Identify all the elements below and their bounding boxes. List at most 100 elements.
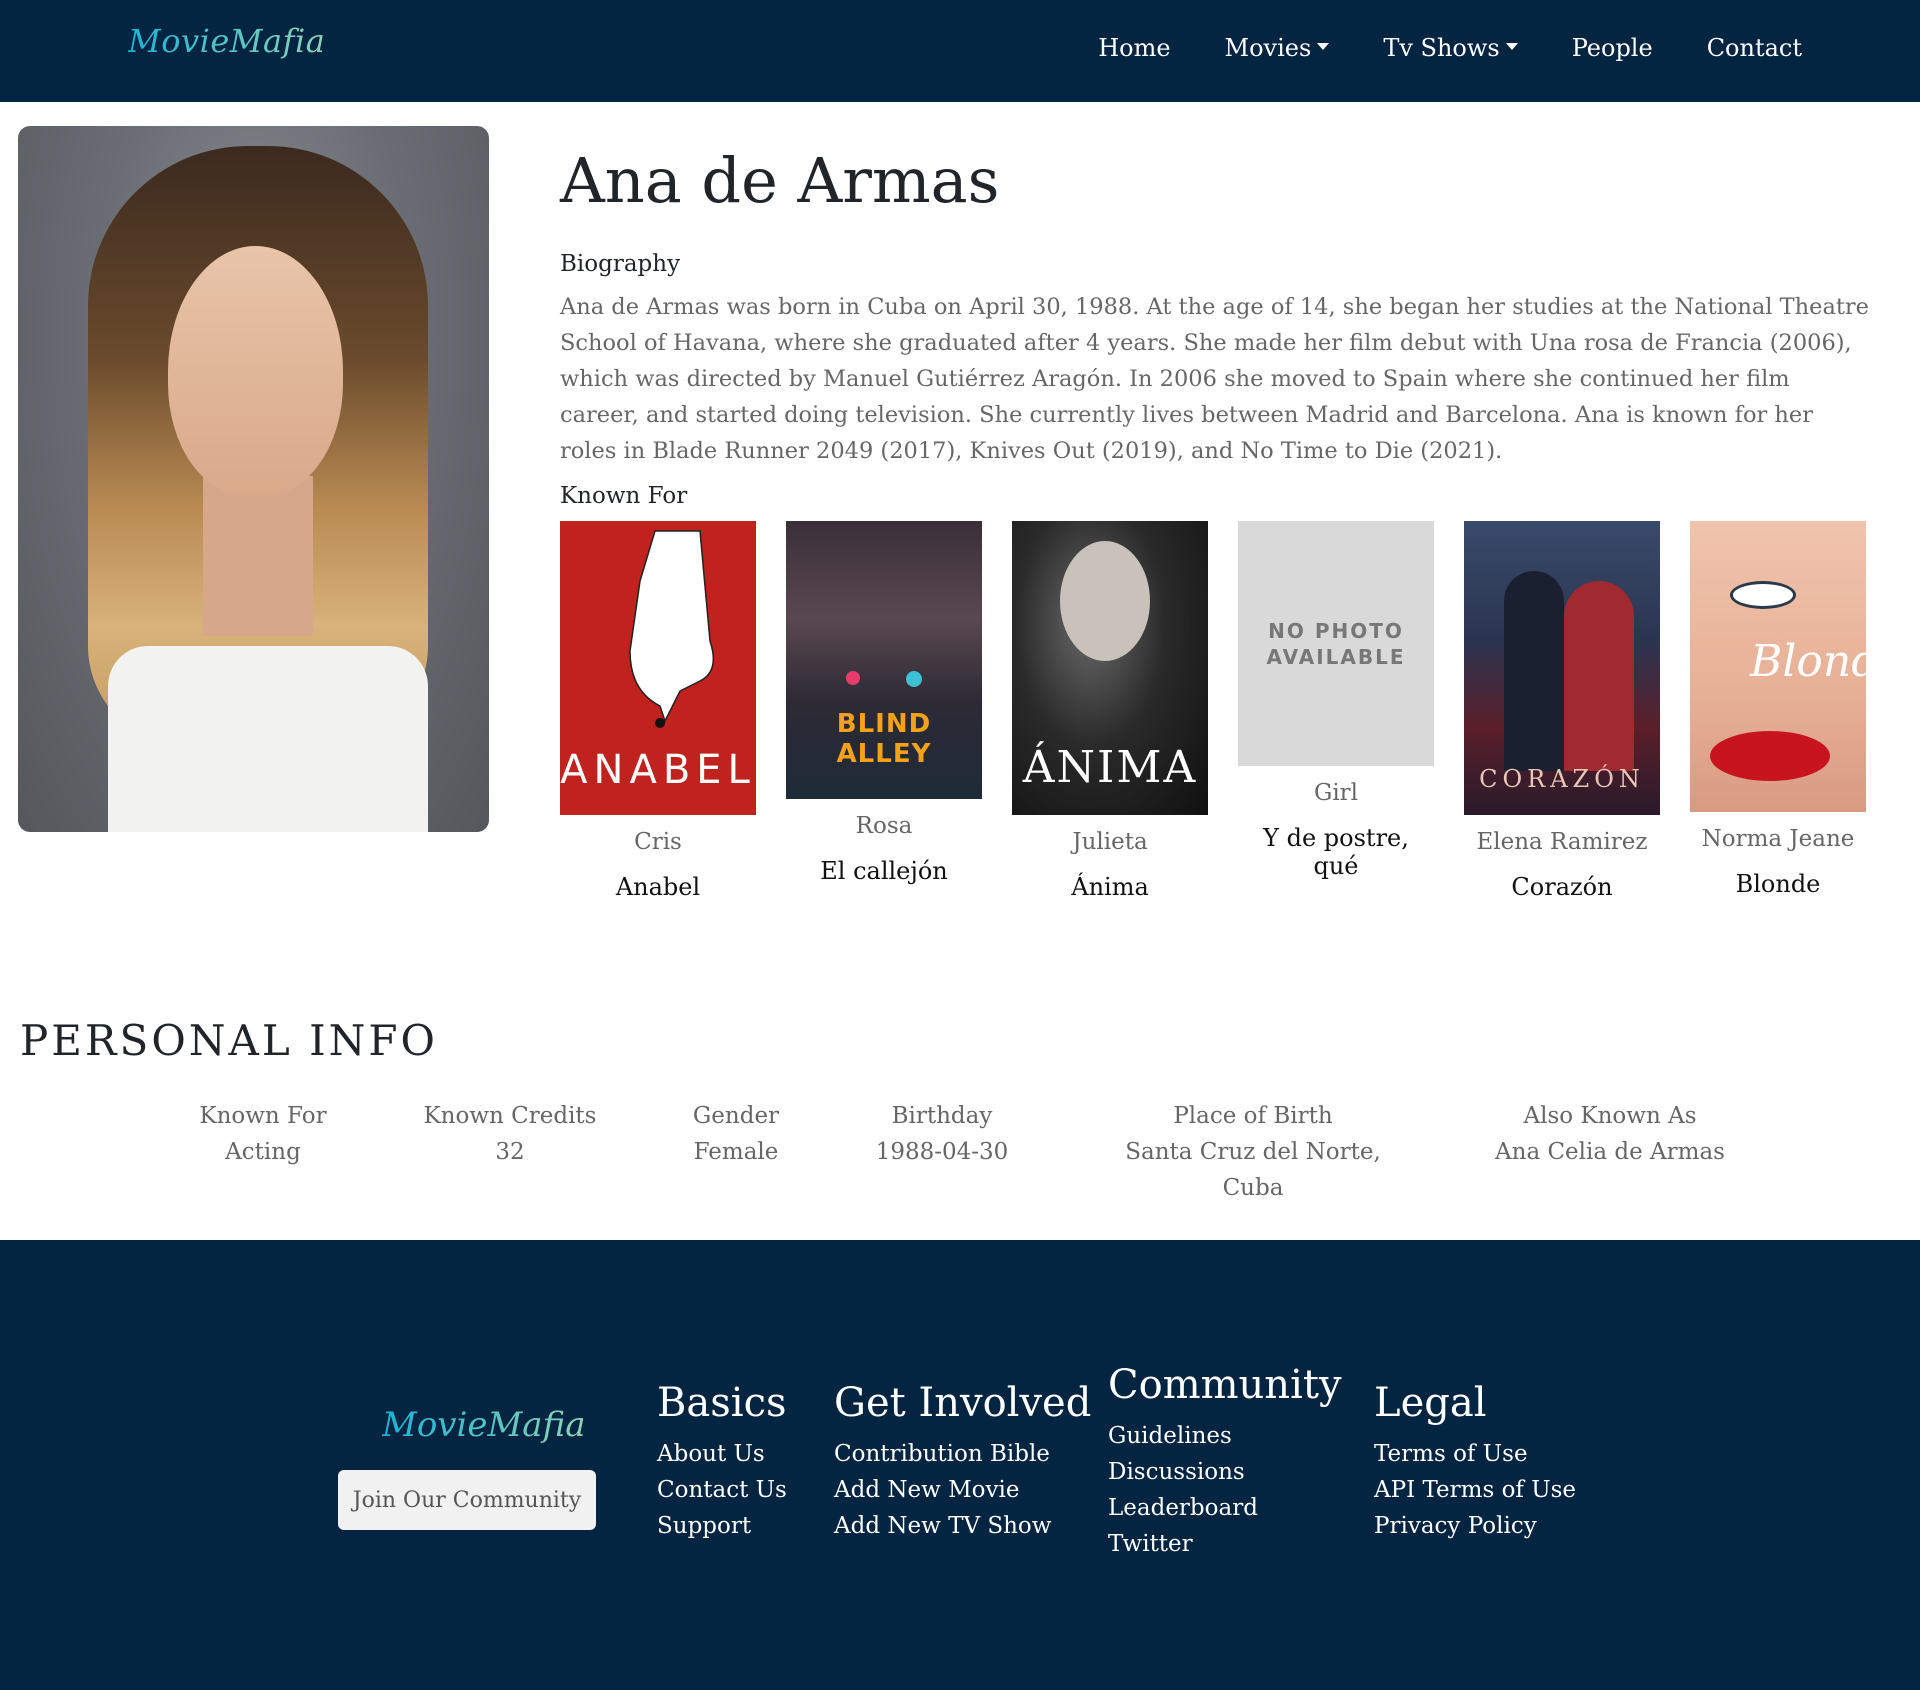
footer-heading: Basics [657,1380,787,1426]
nav-home[interactable]: Home [1098,34,1170,62]
info-label: Place of Birth [1173,1103,1333,1129]
poster-image[interactable]: CORAZÓN [1464,521,1660,815]
footer-link-contact-us[interactable]: Contact Us [657,1472,787,1508]
credit-title[interactable]: Blonde [1690,870,1866,898]
footer-link-add-new-movie[interactable]: Add New Movie [834,1472,1091,1508]
info-known-credits: Known Credits 32 [420,1098,600,1170]
photo-face [168,246,343,496]
info-birthday: Birthday 1988-04-30 [862,1098,1022,1170]
info-label: Known For [199,1103,327,1129]
person-name: Ana de Armas [560,144,1000,217]
site-footer: MovieMafia Join Our Community Basics Abo… [0,1240,1920,1690]
info-value: Santa Cruz del Norte, Cuba [1125,1139,1381,1201]
credit-card[interactable]: Blonde Norma Jeane Blonde [1690,521,1866,898]
personal-info-heading: PERSONAL INFO [20,1016,438,1065]
footer-link-contribution-bible[interactable]: Contribution Bible [834,1436,1091,1472]
poster-image[interactable]: Blonde [1690,521,1866,812]
nav-contact[interactable]: Contact [1707,34,1802,62]
person-details: Ana de Armas Biography Ana de Armas was … [560,102,1870,921]
credit-card[interactable]: NO PHOTO AVAILABLE Girl Y de postre, qué [1238,521,1434,880]
footer-link-twitter[interactable]: Twitter [1108,1526,1342,1562]
info-gender: Gender Female [676,1098,796,1170]
nav-people-label: People [1571,34,1653,62]
nav-tv-shows-dropdown[interactable]: Tv Shows [1383,34,1518,62]
footer-link-privacy-policy[interactable]: Privacy Policy [1374,1508,1576,1544]
footer-link-terms-of-use[interactable]: Terms of Use [1374,1436,1576,1472]
info-place-of-birth: Place of Birth Santa Cruz del Norte, Cub… [1093,1098,1413,1206]
footer-heading: Legal [1374,1380,1487,1426]
top-navbar: MovieMafia Home Movies Tv Shows People C… [0,0,1920,102]
poster-image[interactable]: ANABEL [560,521,756,815]
poster-light [906,671,922,687]
poster-title: Blonde [1750,636,1866,687]
profile-photo [18,126,489,832]
nav-home-label: Home [1098,34,1171,62]
footer-heading: Get Involved [834,1380,1092,1426]
credit-title[interactable]: El callejón [786,857,982,885]
info-value: Ana Celia de Armas [1495,1139,1725,1165]
credit-character: Julieta [1072,829,1148,855]
footer-link-leaderboard[interactable]: Leaderboard [1108,1490,1342,1526]
poster-eye [1730,581,1796,609]
known-for-heading: Known For [560,483,688,509]
nav-movies-dropdown[interactable]: Movies [1225,34,1330,62]
footer-heading: Community [1108,1362,1342,1408]
footer-col-community: Community Guidelines Discussions Leaderb… [1108,1362,1342,1562]
poster-title: BLIND ALLEY [836,709,932,769]
credit-title[interactable]: Y de postre, qué [1238,824,1434,880]
credit-character: Rosa [855,813,913,839]
info-value: 32 [495,1139,525,1165]
chevron-down-icon [1317,42,1330,50]
nav-contact-label: Contact [1706,34,1802,62]
poster-title: CORAZÓN [1479,765,1645,793]
poster-image[interactable]: BLIND ALLEY [786,521,982,799]
footer-link-support[interactable]: Support [657,1508,787,1544]
chevron-down-icon [1505,42,1518,50]
info-value: 1988-04-30 [875,1139,1009,1165]
poster-face [1060,541,1150,661]
join-community-button[interactable]: Join Our Community [338,1470,596,1530]
poster-lips [1710,731,1830,781]
biography-text: Ana de Armas was born in Cuba on April 3… [560,294,1869,464]
info-value: Acting [225,1139,301,1165]
credit-character: Cris [634,829,682,855]
footer-link-api-terms[interactable]: API Terms of Use [1374,1472,1576,1508]
credit-character: Elena Ramirez [1476,829,1648,855]
poster-title: ANABEL [560,747,756,793]
credit-card[interactable]: ÁNIMA Julieta Ánima [1012,521,1208,901]
poster-image[interactable]: ÁNIMA [1012,521,1208,815]
poster-placeholder[interactable]: NO PHOTO AVAILABLE [1238,521,1434,766]
photo-shirt [108,646,428,832]
credit-character: Norma Jeane [1701,826,1855,852]
brand-logo[interactable]: MovieMafia [128,22,325,60]
poster-figure [1564,581,1634,771]
footer-link-discussions[interactable]: Discussions [1108,1454,1342,1490]
footer-link-guidelines[interactable]: Guidelines [1108,1418,1342,1454]
credit-title[interactable]: Anabel [560,873,756,901]
main-nav: Home Movies Tv Shows People Contact [1098,34,1802,62]
credit-title[interactable]: Ánima [1012,873,1208,901]
credit-card[interactable]: ANABEL Cris Anabel [560,521,756,901]
known-for-list: ANABEL Cris Anabel BLIND ALLEY Rosa El c… [560,521,1870,921]
info-label: Gender [692,1103,780,1129]
poster-light [846,671,860,685]
photo-neck [203,476,313,636]
credit-card[interactable]: BLIND ALLEY Rosa El callejón [786,521,982,885]
footer-link-about-us[interactable]: About Us [657,1436,787,1472]
credit-title[interactable]: Corazón [1464,873,1660,901]
footer-link-add-new-tv-show[interactable]: Add New TV Show [834,1508,1091,1544]
info-label: Birthday [891,1103,993,1129]
footer-col-get-involved: Get Involved Contribution Bible Add New … [834,1380,1091,1544]
info-known-for: Known For Acting [188,1098,338,1170]
credit-card[interactable]: CORAZÓN Elena Ramirez Corazón [1464,521,1660,901]
info-value: Female [693,1139,779,1165]
nav-tv-shows-label: Tv Shows [1383,34,1500,62]
info-label: Also Known As [1523,1103,1697,1129]
footer-col-basics: Basics About Us Contact Us Support [657,1380,787,1544]
credit-character: Girl [1313,780,1359,806]
poster-title: ÁNIMA [1022,742,1198,793]
nav-movies-label: Movies [1224,34,1312,62]
footer-brand-logo[interactable]: MovieMafia [382,1405,586,1445]
poster-figure [1504,571,1564,771]
nav-people[interactable]: People [1572,34,1653,62]
